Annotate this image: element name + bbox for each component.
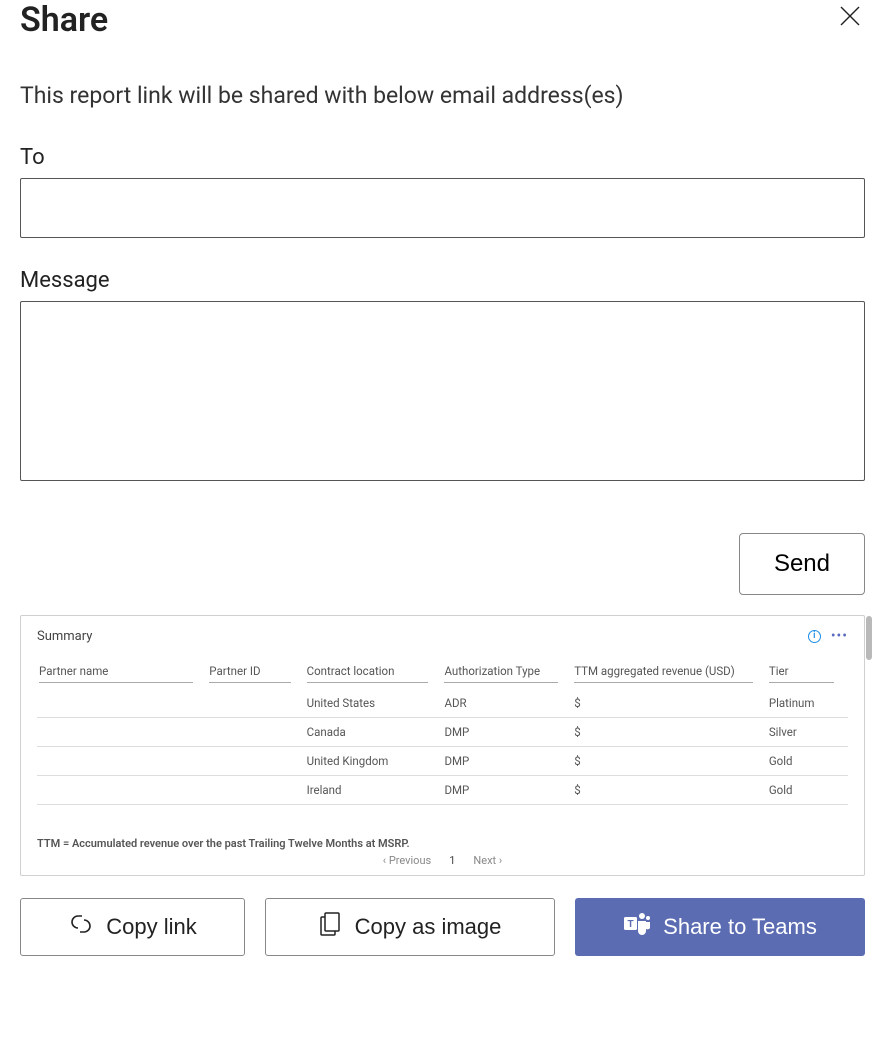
table-cell: United States xyxy=(305,689,443,718)
table-cell: ADR xyxy=(442,689,572,718)
preview-footnote: TTM = Accumulated revenue over the past … xyxy=(37,837,848,850)
preview-pagination: ‹ Previous 1 Next › xyxy=(37,854,848,867)
table-cell: $ xyxy=(572,776,767,805)
info-icon[interactable]: i xyxy=(808,630,821,643)
preview-table: Partner name Partner ID Contract locatio… xyxy=(37,658,848,805)
copy-link-label: Copy link xyxy=(106,914,196,940)
more-icon[interactable]: ••• xyxy=(831,628,848,644)
action-row: Copy link Copy as image T xyxy=(20,898,865,956)
col-contract-location: Contract location xyxy=(305,658,443,689)
table-cell xyxy=(207,776,304,805)
table-header-row: Partner name Partner ID Contract locatio… xyxy=(37,658,848,689)
table-cell: United Kingdom xyxy=(305,747,443,776)
message-label: Message xyxy=(20,268,865,293)
share-to-teams-button[interactable]: T Share to Teams xyxy=(575,898,865,956)
table-row: United KingdomDMP$Gold xyxy=(37,747,848,776)
table-cell: $ xyxy=(572,718,767,747)
table-cell xyxy=(207,747,304,776)
share-teams-label: Share to Teams xyxy=(663,914,817,940)
table-row: United StatesADR$Platinum xyxy=(37,689,848,718)
teams-icon: T xyxy=(623,911,651,943)
col-partner-name: Partner name xyxy=(37,658,207,689)
send-button[interactable]: Send xyxy=(739,533,865,595)
dialog-description: This report link will be shared with bel… xyxy=(20,82,865,109)
page-prev-button[interactable]: ‹ Previous xyxy=(383,854,431,867)
close-icon[interactable] xyxy=(835,0,865,36)
table-cell: Canada xyxy=(305,718,443,747)
col-auth-type: Authorization Type xyxy=(442,658,572,689)
copy-link-button[interactable]: Copy link xyxy=(20,898,245,956)
preview-scrollbar[interactable] xyxy=(866,616,872,660)
copy-image-icon xyxy=(319,911,343,943)
col-ttm-revenue: TTM aggregated revenue (USD) xyxy=(572,658,767,689)
copy-image-label: Copy as image xyxy=(355,914,502,940)
to-label: To xyxy=(20,145,865,170)
table-cell: Silver xyxy=(767,718,848,747)
send-row: Send xyxy=(20,533,865,595)
message-input[interactable] xyxy=(20,301,865,481)
to-input[interactable] xyxy=(20,178,865,238)
table-row: IrelandDMP$Gold xyxy=(37,776,848,805)
copy-as-image-button[interactable]: Copy as image xyxy=(265,898,555,956)
table-cell: Gold xyxy=(767,747,848,776)
table-cell: Ireland xyxy=(305,776,443,805)
share-dialog: Share This report link will be shared wi… xyxy=(0,0,885,976)
preview-header-icons: i ••• xyxy=(808,628,848,644)
table-cell xyxy=(207,718,304,747)
svg-text:T: T xyxy=(628,919,634,930)
preview-header: Summary i ••• xyxy=(37,628,848,644)
table-cell: $ xyxy=(572,747,767,776)
preview-table-head: Partner name Partner ID Contract locatio… xyxy=(37,658,848,689)
table-cell: DMP xyxy=(442,747,572,776)
table-cell xyxy=(37,747,207,776)
col-tier: Tier xyxy=(767,658,848,689)
preview-title: Summary xyxy=(37,629,92,644)
page-current: 1 xyxy=(449,854,455,867)
page-next-button[interactable]: Next › xyxy=(473,854,502,867)
col-partner-id: Partner ID xyxy=(207,658,304,689)
dialog-title: Share xyxy=(20,0,108,40)
table-cell xyxy=(37,689,207,718)
dialog-header: Share xyxy=(20,0,865,40)
table-cell xyxy=(37,776,207,805)
report-preview-card: Summary i ••• Partner name Partner ID Co… xyxy=(20,615,865,876)
preview-table-body: United StatesADR$PlatinumCanadaDMP$Silve… xyxy=(37,689,848,805)
table-cell: Gold xyxy=(767,776,848,805)
table-cell: DMP xyxy=(442,776,572,805)
table-row: CanadaDMP$Silver xyxy=(37,718,848,747)
link-icon xyxy=(68,913,94,941)
table-cell xyxy=(37,718,207,747)
table-cell xyxy=(207,689,304,718)
table-cell: DMP xyxy=(442,718,572,747)
table-cell: $ xyxy=(572,689,767,718)
table-cell: Platinum xyxy=(767,689,848,718)
